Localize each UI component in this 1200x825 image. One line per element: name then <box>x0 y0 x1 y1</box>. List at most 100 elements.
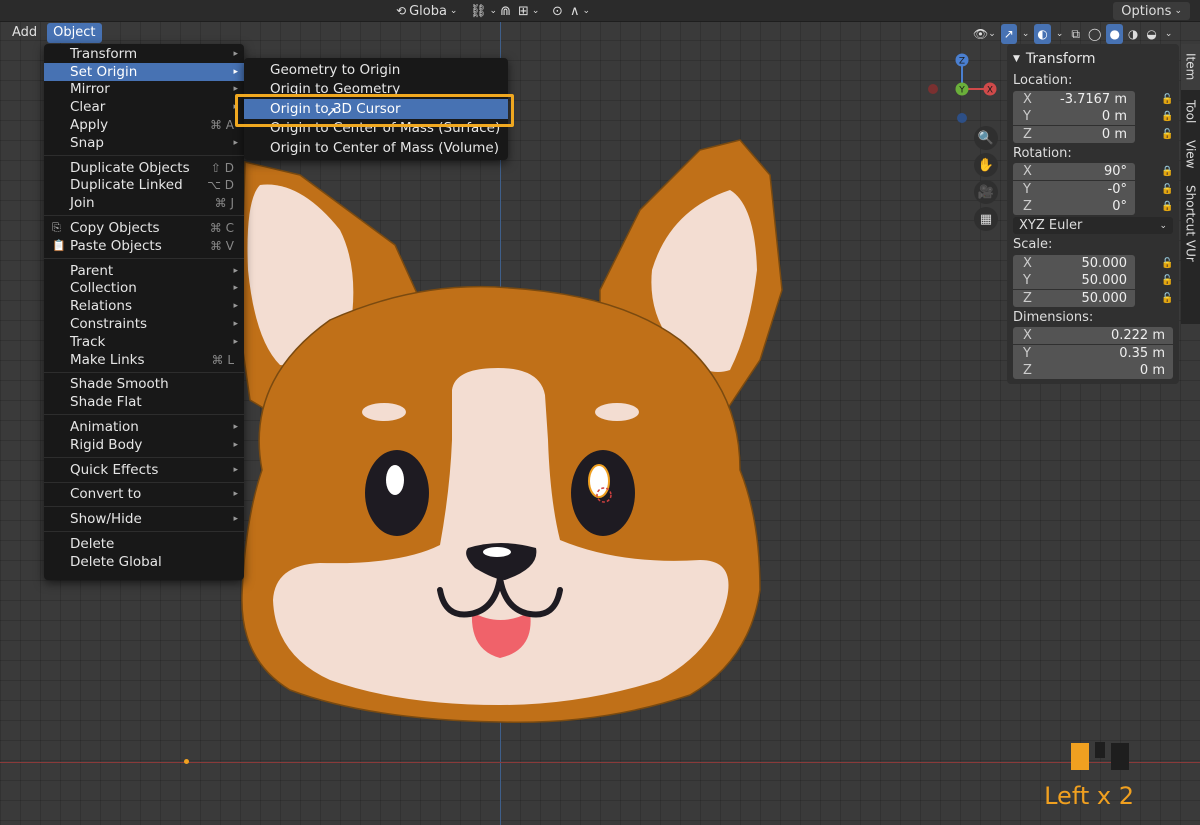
dimensions-z-field[interactable]: Z0 m <box>1013 362 1173 379</box>
lock-icon[interactable]: 🔒 <box>1161 166 1173 177</box>
menu-item-make-links[interactable]: Make Links ⌘ L <box>44 351 244 369</box>
gizmo-neg-x-axis[interactable] <box>928 84 938 94</box>
rotation-x-field[interactable]: X 90° 🔒 <box>1013 163 1173 180</box>
location-label: Location: <box>1013 73 1073 88</box>
shortcut-hint: ⌘ A <box>209 118 234 133</box>
tab-item[interactable]: Item <box>1181 44 1200 90</box>
navigation-gizmo[interactable]: Z X Y <box>922 50 1002 130</box>
unlock-icon[interactable]: 🔓 <box>1161 94 1173 105</box>
grid-perspective-icon[interactable]: ▦ <box>974 207 998 231</box>
unlock-icon[interactable]: 🔓 <box>1161 129 1173 140</box>
shading-solid-button[interactable]: ● <box>1106 24 1123 44</box>
menu-item-transform[interactable]: Transform ▸ <box>44 45 244 63</box>
menu-add[interactable]: Add <box>6 23 43 43</box>
menu-item-collection[interactable]: Collection ▸ <box>44 280 244 298</box>
chevron-down-icon: ⌄ <box>1164 29 1173 39</box>
submenu-arrow-icon: ▸ <box>233 283 238 294</box>
tab-tool[interactable]: Tool <box>1181 92 1200 132</box>
menu-item-quick-effects[interactable]: Quick Effects ▸ <box>44 461 244 479</box>
pan-hand-icon[interactable]: ✋ <box>974 153 998 177</box>
menu-item-clear[interactable]: Clear ▸ <box>44 98 244 116</box>
location-y-field[interactable]: Y0 m 🔒 <box>1013 108 1173 125</box>
menu-item-duplicate-objects[interactable]: Duplicate Objects ⇧ D <box>44 159 244 177</box>
shading-dropdown[interactable]: ⌄ <box>1162 24 1176 44</box>
menu-item-label: Show/Hide <box>70 511 142 528</box>
orientation-icon: ⟲ <box>396 4 407 18</box>
camera-icon[interactable]: 🎥 <box>974 180 998 204</box>
gizmo-x-label: X <box>987 86 993 96</box>
rotation-z-field[interactable]: Z 0° 🔒 <box>1013 198 1173 215</box>
proportional-edit-toggle[interactable]: ⊙ <box>548 2 567 20</box>
menu-item-duplicate-linked[interactable]: Duplicate Linked ⌥ D <box>44 177 244 195</box>
menu-item-show-hide[interactable]: Show/Hide ▸ <box>44 510 244 528</box>
menu-item-relations[interactable]: Relations ▸ <box>44 297 244 315</box>
snap-target-dropdown[interactable]: ⊞ ⌄ <box>514 2 543 20</box>
lock-icon[interactable]: 🔒 <box>1161 111 1173 122</box>
location-z-field[interactable]: Z0 m 🔓 <box>1013 125 1173 143</box>
gizmo-neg-z-axis[interactable] <box>957 113 967 123</box>
transform-orientation-dropdown[interactable]: ⟲ Globa ⌄ <box>392 2 461 20</box>
menu-item-shade-flat[interactable]: Shade Flat <box>44 393 244 411</box>
menu-item-paste-objects[interactable]: 📋 Paste Objects ⌘ V <box>44 237 244 255</box>
submenu-item-origin-to-center-of-mass-volume[interactable]: Origin to Center of Mass (Volume) <box>244 138 508 158</box>
zoom-icon[interactable]: 🔍 <box>974 126 998 150</box>
menu-item-track[interactable]: Track ▸ <box>44 333 244 351</box>
menu-item-mirror[interactable]: Mirror ▸ <box>44 81 244 99</box>
gizmo-icon: ↗ <box>1003 27 1014 41</box>
rotation-mode-dropdown[interactable]: XYZ Euler ⌄ <box>1013 217 1173 234</box>
scale-y-field[interactable]: Y 50.000 🔓 <box>1013 272 1173 289</box>
menu-item-parent[interactable]: Parent ▸ <box>44 262 244 280</box>
panel-header[interactable]: ▼ Transform <box>1013 48 1173 70</box>
gizmo-toggle[interactable]: ↗ <box>1000 24 1017 44</box>
scale-z-field[interactable]: Z 50.000 🔓 <box>1013 289 1173 307</box>
xray-toggle[interactable]: ⧉ <box>1068 24 1083 44</box>
unlock-icon[interactable]: 🔓 <box>1161 258 1173 269</box>
falloff-dropdown[interactable]: ∧ ⌄ <box>566 2 594 20</box>
menu-item-join[interactable]: Join ⌘ J <box>44 194 244 212</box>
dimensions-x-field[interactable]: X 0.222 m <box>1013 327 1173 344</box>
menu-item-convert-to[interactable]: Convert to ▸ <box>44 486 244 504</box>
menu-item-label: Shade Smooth <box>70 376 169 393</box>
overlays-toggle[interactable]: ◐ <box>1034 24 1051 44</box>
shading-material-button[interactable]: ◑ <box>1125 24 1141 44</box>
chevron-down-icon: ⌄ <box>988 29 996 39</box>
lock-icon[interactable]: 🔒 <box>1161 201 1173 212</box>
menu-item-delete-global[interactable]: Delete Global <box>44 553 244 571</box>
scale-label: Scale: <box>1013 237 1053 252</box>
menu-item-label: Apply <box>70 117 109 134</box>
menu-item-apply[interactable]: Apply ⌘ A <box>44 116 244 134</box>
location-x-field[interactable]: X -3.7167 m 🔓 <box>1013 90 1173 108</box>
menu-item-set-origin[interactable]: Set Origin ▸ <box>44 62 244 81</box>
menu-item-label: Transform <box>70 45 138 62</box>
menu-item-label: Rigid Body <box>70 436 143 453</box>
unlock-icon[interactable]: 🔓 <box>1161 184 1173 195</box>
shading-rendered-button[interactable]: ◒ <box>1143 24 1159 44</box>
gizmo-dropdown[interactable]: ⌄ <box>1019 24 1033 44</box>
menu-item-shade-smooth[interactable]: Shade Smooth <box>44 376 244 394</box>
shading-wireframe-button[interactable]: ◯ <box>1085 24 1104 44</box>
menu-item-constraints[interactable]: Constraints ▸ <box>44 315 244 333</box>
unlock-icon[interactable]: 🔓 <box>1161 293 1173 304</box>
submenu-item-geometry-to-origin[interactable]: Geometry to Origin <box>244 60 508 80</box>
rotation-y-field[interactable]: Y -0° 🔓 <box>1013 180 1173 198</box>
menu-item-copy-objects[interactable]: ⎘ Copy Objects ⌘ C <box>44 219 244 237</box>
menu-item-snap[interactable]: Snap ▸ <box>44 134 244 152</box>
unlock-icon[interactable]: 🔓 <box>1161 275 1173 286</box>
tab-view[interactable]: View <box>1181 134 1200 174</box>
corgi-object[interactable] <box>215 130 795 730</box>
menu-item-rigid-body[interactable]: Rigid Body ▸ <box>44 436 244 454</box>
menu-item-delete[interactable]: Delete <box>44 535 244 553</box>
pivot-icon: ⛓ <box>470 3 487 19</box>
menu-item-label: Relations <box>70 298 132 315</box>
dimensions-y-field[interactable]: Y 0.35 m <box>1013 344 1173 362</box>
overlays-dropdown[interactable]: ⌄ <box>1053 24 1067 44</box>
options-dropdown[interactable]: Options ⌄ <box>1113 2 1190 20</box>
corgi-left-brow <box>362 403 406 421</box>
menu-object[interactable]: Object <box>47 23 102 43</box>
menu-item-animation[interactable]: Animation ▸ <box>44 418 244 436</box>
menu-separator <box>44 414 244 416</box>
tab-shortcut-vur[interactable]: Shortcut VUr <box>1181 178 1200 268</box>
object-visibility-dropdown[interactable]: 👁 ⌄ <box>970 24 999 44</box>
snap-toggle[interactable]: ⋒ <box>496 2 515 20</box>
scale-x-field[interactable]: X 50.000 🔓 <box>1013 254 1173 272</box>
